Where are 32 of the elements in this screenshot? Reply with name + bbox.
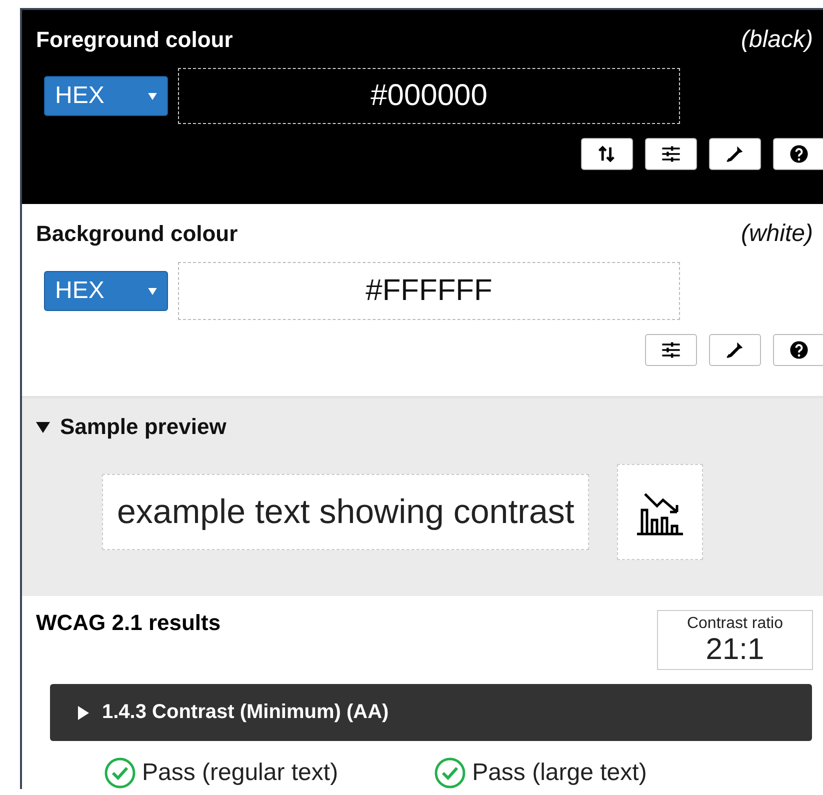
swap-icon	[598, 146, 615, 162]
eyedropper-icon	[726, 342, 743, 358]
colour-input[interactable]: #000000	[178, 68, 680, 124]
section-title: Foreground colour	[36, 27, 233, 53]
section-title: Background colour	[36, 221, 238, 247]
tool-button[interactable]	[645, 138, 697, 170]
tool-button[interactable]	[773, 334, 823, 366]
tool-button[interactable]	[645, 334, 697, 366]
result-label: Pass (large text)	[472, 759, 647, 787]
result-label: Pass (regular text)	[142, 759, 338, 787]
format-select[interactable]: HEX	[44, 76, 168, 116]
help-icon	[790, 145, 808, 163]
tool-button[interactable]	[581, 138, 633, 170]
tool-button[interactable]	[709, 334, 761, 366]
dropdown-caret-icon	[148, 288, 157, 294]
help-icon	[790, 341, 808, 359]
dropdown-caret-icon	[148, 92, 157, 100]
tool-button[interactable]	[709, 138, 761, 170]
contrast-ratio-box: Contrast ratio 21:1	[657, 610, 813, 670]
section-title[interactable]: Sample preview	[60, 414, 226, 440]
sliders-icon	[661, 145, 681, 163]
results-title: WCAG 2.1 results	[36, 610, 221, 636]
criterion-header[interactable]: 1.4.3 Contrast (Minimum) (AA)	[50, 684, 812, 741]
colour-input[interactable]: #FFFFFF	[178, 262, 680, 320]
colour-name: (black)	[740, 26, 813, 54]
colour-name: (white)	[740, 220, 813, 248]
chart-button[interactable]	[617, 464, 704, 560]
eyedropper-icon	[726, 146, 743, 162]
sample-text: example text showing contrast	[102, 474, 590, 550]
tool-button[interactable]	[773, 138, 823, 170]
format-select[interactable]: HEX	[44, 271, 168, 311]
sliders-icon	[661, 341, 681, 359]
